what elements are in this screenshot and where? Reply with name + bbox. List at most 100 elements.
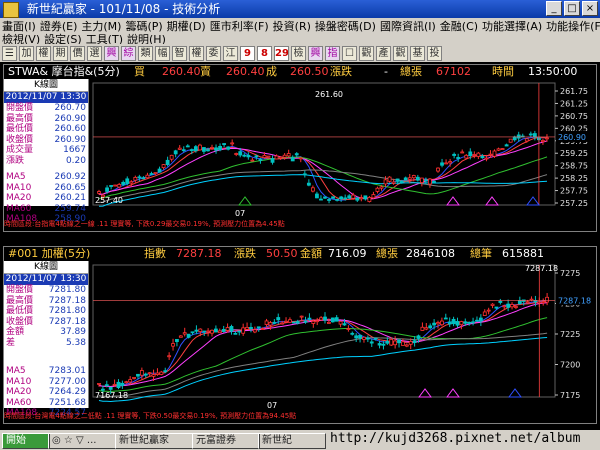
candle-body [460, 151, 465, 154]
minimize-button[interactable]: _ [546, 1, 562, 16]
candle-body [498, 300, 503, 303]
candle-body [189, 149, 194, 151]
candle-body [249, 327, 253, 330]
toolbar-button[interactable]: 類 [138, 45, 153, 61]
candle-body [488, 153, 493, 156]
candle-body [397, 339, 401, 344]
candle-body [339, 196, 344, 200]
toolbar-button[interactable]: ☰ [2, 45, 17, 61]
toolbar-button[interactable]: 指 [325, 45, 340, 61]
price-label: 261.25 [560, 99, 588, 108]
toolbar-button[interactable]: 權 [189, 45, 204, 61]
toolbar: ☰ 加權期價選興綜類幅智權委江 9 8 29 檢興指 ☐ 觀產觀基投 [0, 44, 600, 62]
candle-body [428, 178, 432, 185]
menu-item[interactable]: 金融(C) [440, 18, 478, 34]
menu-item[interactable]: 操盤密碼(D) [315, 18, 376, 34]
low-mark: 257.40 [95, 196, 123, 205]
candle-body [167, 355, 172, 358]
symbol-label[interactable]: #001 加權(5分) [8, 247, 90, 261]
toolbar-button[interactable]: 29 [274, 45, 289, 61]
candle-body [186, 333, 191, 338]
toolbar-button[interactable]: 投 [427, 45, 442, 61]
candlestick-chart[interactable]: 261.75261.25260.75260.25259.75259.25258.… [5, 79, 595, 219]
toolbar-button[interactable]: 產 [376, 45, 391, 61]
candle-body [161, 164, 166, 169]
menu-item[interactable]: 功能操作(F) [546, 18, 600, 34]
toolbar-button[interactable]: 幅 [155, 45, 170, 61]
candle-body [258, 159, 263, 161]
price-label: 259.25 [560, 149, 588, 158]
toolbar-button[interactable]: 江 [223, 45, 238, 61]
menu-item[interactable]: 國際資訊(I) [380, 18, 436, 34]
candle-body [367, 197, 372, 202]
candle-body [311, 320, 316, 324]
candle-body [451, 318, 456, 325]
candle-body [163, 370, 168, 373]
toolbar-button[interactable]: 加 [19, 45, 34, 61]
volume-label: 總張 [376, 247, 398, 260]
candle-body [303, 320, 308, 323]
toolbar-button[interactable]: 選 [87, 45, 102, 61]
candle-body [375, 187, 380, 192]
toolbar-button[interactable]: 9 [240, 45, 255, 61]
candle-body [362, 336, 366, 340]
time-label: 時間 [492, 65, 514, 78]
candle-body [225, 327, 230, 331]
menu-item[interactable]: 投資(R) [273, 18, 311, 34]
toolbar-button[interactable]: 觀 [393, 45, 408, 61]
signal-marker [485, 196, 499, 206]
toolbar-button[interactable]: 委 [206, 45, 221, 61]
candle-body [331, 196, 335, 199]
toolbar-button[interactable]: 智 [172, 45, 187, 61]
candle-body [476, 152, 481, 157]
task-item[interactable]: 新世紀 [258, 433, 326, 449]
index-value: 7287.18 [176, 247, 222, 260]
candle-body [464, 154, 469, 159]
candle-body [165, 159, 170, 165]
toolbar-button[interactable]: 觀 [359, 45, 374, 61]
watermark-url: http://kujd3268.pixnet.net/album [330, 431, 581, 446]
buy-value: 260.40 [162, 65, 201, 78]
toolbar-button[interactable]: 檢 [291, 45, 306, 61]
toolbar-button[interactable]: 基 [410, 45, 425, 61]
signal-marker [508, 388, 522, 398]
window-title: 新世紀贏家 - 101/11/08 - 技術分析 [26, 2, 221, 16]
toolbar-button[interactable]: 興 [308, 45, 323, 61]
start-button[interactable]: 開始 [2, 433, 50, 449]
candle-body [260, 328, 265, 331]
amount-label: 金額 [300, 247, 322, 260]
candle-body [193, 146, 198, 152]
candle-body [512, 136, 517, 141]
candle-body [471, 321, 475, 324]
candle-body [459, 321, 464, 326]
candle-body [395, 178, 400, 182]
candle-body [508, 138, 513, 143]
candle-body [428, 325, 433, 329]
task-item[interactable]: 新世紀贏家 [115, 433, 193, 449]
candle-body [100, 388, 105, 391]
toolbar-button[interactable]: 興 [104, 45, 119, 61]
menu-item[interactable]: 功能選擇(A) [482, 18, 542, 34]
maximize-button[interactable]: □ [564, 1, 580, 16]
toolbar-button[interactable]: 期 [53, 45, 68, 61]
candle-body [185, 145, 190, 148]
candle-body [393, 340, 398, 346]
task-item[interactable]: 元富證券 [192, 433, 260, 449]
candle-body [401, 341, 405, 346]
deal-value: 260.50 [290, 65, 329, 78]
menu-item[interactable]: 期權(D) [167, 18, 206, 34]
symbol-label[interactable]: STWA& 摩台指&(5分) [8, 65, 120, 79]
close-button[interactable]: × [582, 1, 598, 16]
toolbar-button[interactable]: 綜 [121, 45, 136, 61]
toolbar-button[interactable]: 權 [36, 45, 51, 61]
menu-item[interactable]: 匯市利率(F) [210, 18, 269, 34]
change-value: 50.50 [266, 247, 298, 260]
toolbar-button[interactable]: 價 [70, 45, 85, 61]
toolbar-button[interactable]: ☐ [342, 45, 357, 61]
candlestick-chart[interactable]: 727572507225720071757287.187287.187167.1… [5, 261, 595, 411]
candle-body [423, 179, 428, 182]
candle-body [104, 384, 109, 387]
toolbar-button[interactable]: 8 [257, 45, 272, 61]
price-label: 7175 [560, 391, 580, 400]
quicklaunch[interactable]: ◎ ☆ ▽ ... [48, 433, 116, 449]
